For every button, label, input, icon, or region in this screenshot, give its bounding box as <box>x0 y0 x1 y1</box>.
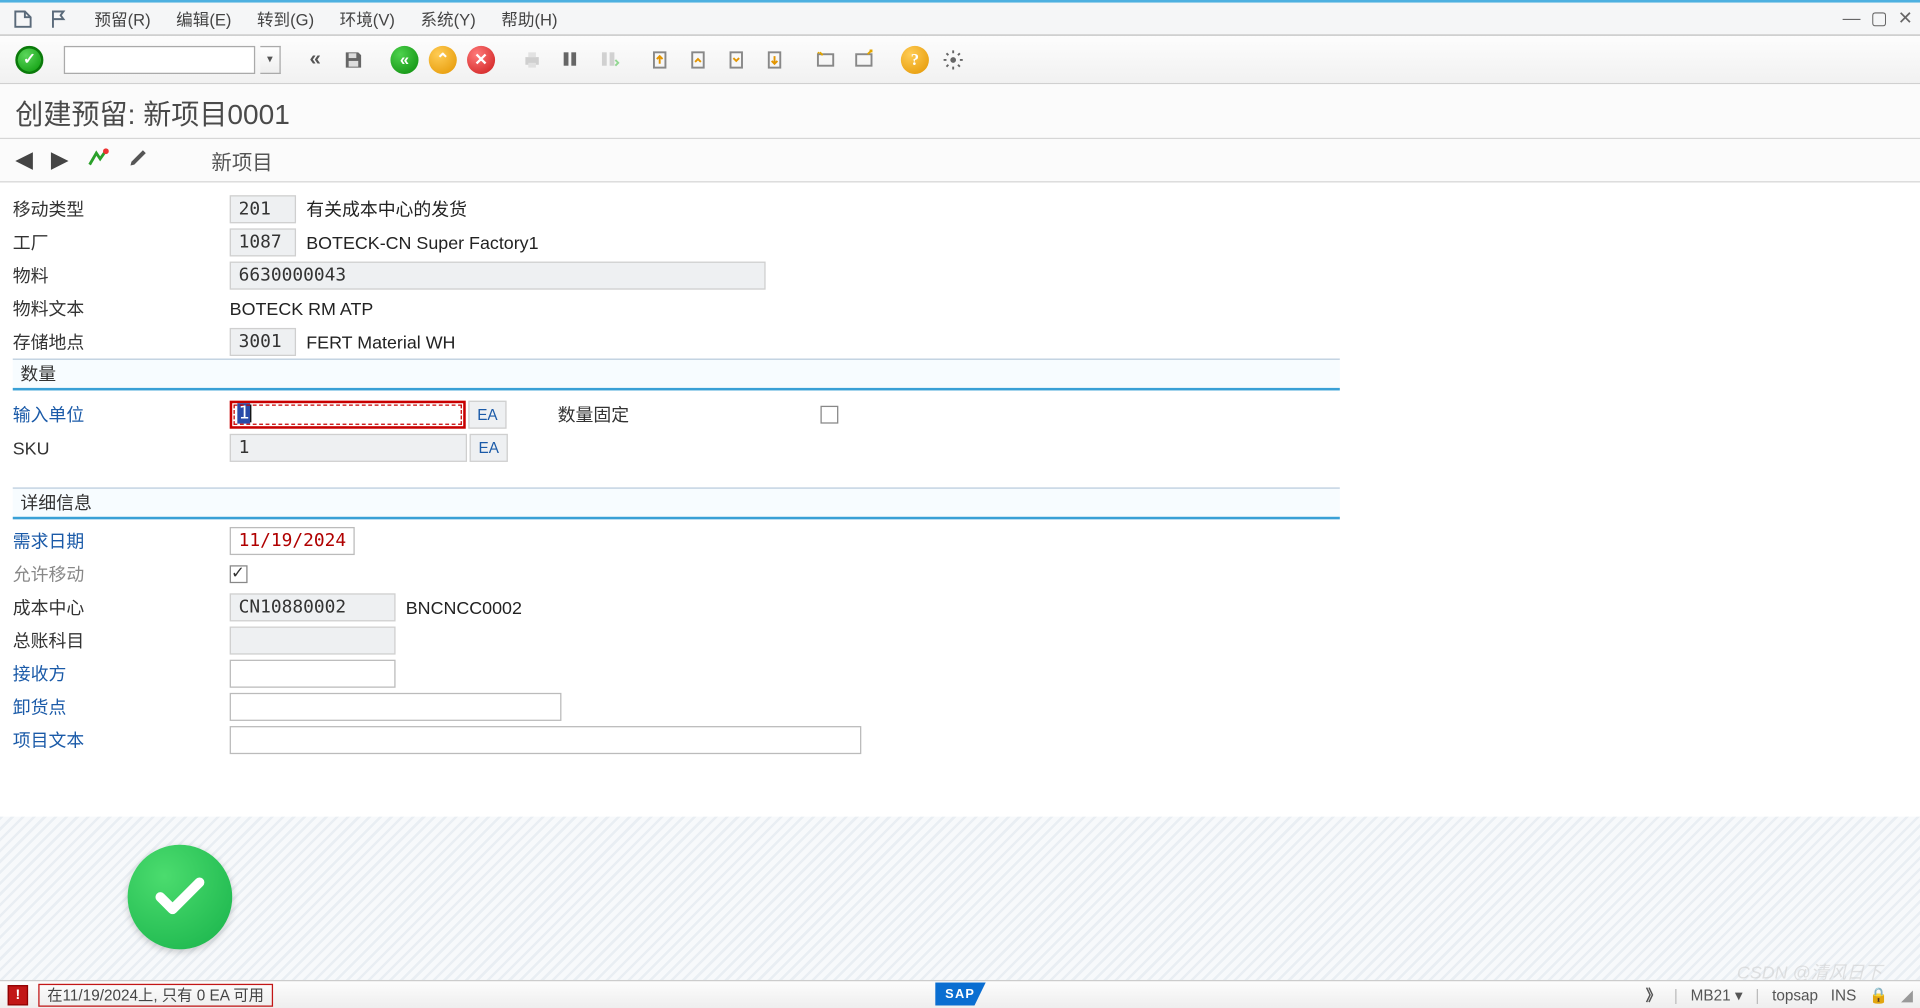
status-bar: ! 在11/19/2024上, 只有 0 EA 可用 SAP 》 | MB21 … <box>0 980 1920 1008</box>
movement-type-desc: 有关成本中心的发货 <box>306 197 467 223</box>
menu-bar: 预留(R) 编辑(E) 转到(G) 环境(V) 系统(Y) 帮助(H) — ▢ … <box>0 0 1920 36</box>
allow-move-checkbox[interactable] <box>230 565 248 583</box>
title-bar: 创建预留: 新项目0001 <box>0 84 1920 139</box>
movement-type-field: 201 <box>230 195 296 223</box>
collapse-icon[interactable]: « <box>299 43 332 76</box>
cost-center-desc: BNCNCC0002 <box>406 597 522 617</box>
prev-page-icon[interactable] <box>681 43 714 76</box>
app-menu-icon[interactable] <box>10 6 36 32</box>
flag-icon[interactable] <box>46 6 72 32</box>
cancel-button[interactable]: ✕ <box>464 43 497 76</box>
sku-uom: EA <box>470 434 508 462</box>
status-ins: INS <box>1831 986 1857 1004</box>
form-body: 移动类型 201 有关成本中心的发货 工厂 1087 BOTECK-CN Sup… <box>0 182 1920 756</box>
status-resize-icon[interactable]: ◢ <box>1901 986 1913 1004</box>
last-page-icon[interactable] <box>758 43 791 76</box>
qty-fixed-checkbox[interactable] <box>820 406 838 424</box>
item-text-field[interactable] <box>230 726 862 754</box>
new-session-icon[interactable] <box>809 43 842 76</box>
error-icon[interactable]: ! <box>8 984 28 1004</box>
status-message: 在11/19/2024上, 只有 0 EA 可用 <box>38 983 273 1006</box>
application-toolbar: ◀ ▶ 新项目 <box>0 139 1920 182</box>
unload-point-label[interactable]: 卸货点 <box>13 694 230 720</box>
menu-env[interactable]: 环境(V) <box>327 6 408 30</box>
prev-item-icon[interactable]: ◀ <box>15 147 33 174</box>
customize-icon[interactable] <box>937 43 970 76</box>
enter-button[interactable] <box>13 43 46 76</box>
quantity-input[interactable]: 1 <box>230 401 466 429</box>
recipient-label[interactable]: 接收方 <box>13 661 230 687</box>
gl-account-label: 总账科目 <box>13 628 230 654</box>
new-item-label: 新项目 <box>211 145 272 176</box>
background-hatch <box>0 817 1920 980</box>
command-field[interactable] <box>64 45 255 73</box>
success-overlay-icon <box>128 845 233 950</box>
gl-account-field[interactable] <box>230 627 396 655</box>
save-button[interactable] <box>337 43 370 76</box>
find-icon[interactable] <box>554 43 587 76</box>
help-icon[interactable]: ? <box>898 43 931 76</box>
restore-icon[interactable]: ▢ <box>1871 8 1888 30</box>
plant-desc: BOTECK-CN Super Factory1 <box>306 232 538 252</box>
plant-field: 1087 <box>230 228 296 256</box>
plant-label: 工厂 <box>13 230 230 256</box>
page-title: 创建预留: 新项目0001 <box>15 92 1905 133</box>
menu-system[interactable]: 系统(Y) <box>408 6 489 30</box>
movement-type-label: 移动类型 <box>13 197 230 223</box>
edit-icon[interactable] <box>127 145 150 174</box>
storage-loc-label: 存储地点 <box>13 329 230 355</box>
more-icon[interactable]: 》 <box>1646 984 1661 1006</box>
menu-help[interactable]: 帮助(H) <box>489 6 571 30</box>
recipient-field[interactable] <box>230 660 396 688</box>
detail-section-header: 详细信息 <box>13 487 1340 519</box>
quantity-section-header: 数量 <box>13 359 1340 391</box>
item-text-label[interactable]: 项目文本 <box>13 727 230 753</box>
close-icon[interactable]: ✕ <box>1898 8 1913 30</box>
status-lock-icon: 🔒 <box>1869 986 1888 1004</box>
status-user: topsap <box>1772 986 1818 1004</box>
material-field[interactable]: 6630000043 <box>230 262 766 290</box>
storage-loc-desc: FERT Material WH <box>306 332 455 352</box>
req-date-label[interactable]: 需求日期 <box>13 528 230 554</box>
cost-center-field[interactable]: CN10880002 <box>230 593 396 621</box>
cost-center-label: 成本中心 <box>13 595 230 621</box>
back-button[interactable]: « <box>388 43 421 76</box>
menu-reserve[interactable]: 预留(R) <box>82 6 164 30</box>
status-tcode[interactable]: MB21 ▾ <box>1691 986 1743 1004</box>
unload-point-field[interactable] <box>230 693 562 721</box>
menu-edit[interactable]: 编辑(E) <box>163 6 244 30</box>
shortcut-icon[interactable] <box>847 43 880 76</box>
unit-entry-label[interactable]: 输入单位 <box>13 402 230 428</box>
first-page-icon[interactable] <box>643 43 676 76</box>
qty-fixed-label: 数量固定 <box>558 402 629 428</box>
overview-icon[interactable] <box>86 145 109 174</box>
print-icon[interactable] <box>516 43 549 76</box>
find-next-icon[interactable] <box>592 43 625 76</box>
material-text-label: 物料文本 <box>13 296 230 322</box>
storage-loc-field[interactable]: 3001 <box>230 328 296 356</box>
allow-move-label: 允许移动 <box>13 561 230 587</box>
sku-label: SKU <box>13 438 230 458</box>
sku-value: 1 <box>230 434 467 462</box>
minimize-icon[interactable]: — <box>1843 8 1861 30</box>
next-page-icon[interactable] <box>720 43 753 76</box>
menu-goto[interactable]: 转到(G) <box>244 6 327 30</box>
material-text-value: BOTECK RM ATP <box>230 299 374 319</box>
sap-logo: SAP <box>935 983 986 1006</box>
next-item-icon[interactable]: ▶ <box>51 147 69 174</box>
toolbar: ▾ « « ⌃ ✕ ? <box>0 36 1920 84</box>
quantity-uom: EA <box>468 401 506 429</box>
material-label: 物料 <box>13 263 230 289</box>
exit-button[interactable]: ⌃ <box>426 43 459 76</box>
req-date-field[interactable]: 11/19/2024 <box>230 527 355 555</box>
command-dropdown[interactable]: ▾ <box>260 45 280 73</box>
